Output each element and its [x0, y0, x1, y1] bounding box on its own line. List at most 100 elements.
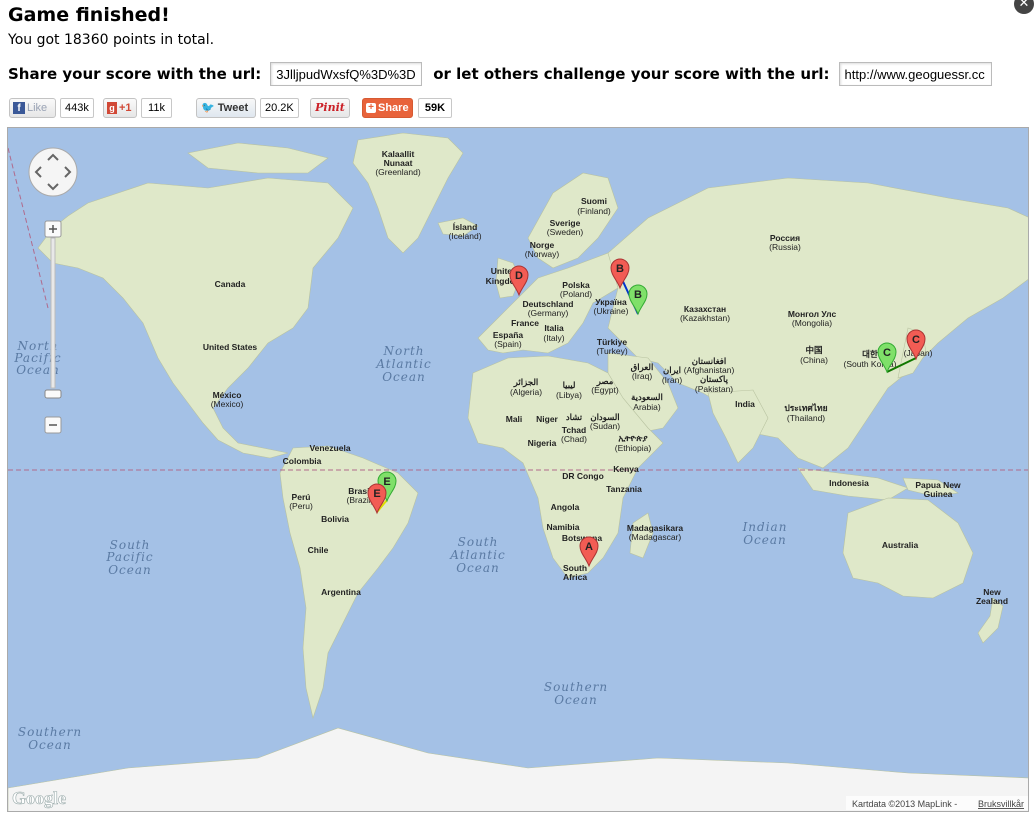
twitter-bird-icon: 🐦 — [201, 102, 215, 114]
tweet-count: 20.2K — [260, 98, 299, 118]
zoom-track[interactable] — [50, 237, 56, 389]
country-label: (Greenland) — [375, 167, 421, 177]
country-label: Angola — [551, 502, 580, 512]
tweet-label: Tweet — [217, 102, 249, 114]
marker-label: C — [883, 347, 891, 359]
country-label: United States — [203, 342, 258, 352]
terms-link[interactable]: Bruksvillkår — [978, 799, 1024, 809]
google-plusone-button[interactable]: g +1 — [103, 98, 137, 118]
addthis-share-label: Share — [378, 102, 409, 114]
country-label: (Italy) — [543, 333, 564, 343]
country-label: Guinea — [924, 489, 953, 499]
ocean-label: Ocean — [28, 738, 72, 752]
country-label: Canada — [215, 279, 246, 289]
country-label: (Thailand) — [787, 413, 825, 423]
country-label: (Mexico) — [211, 399, 244, 409]
marker-label: C — [912, 334, 920, 346]
country-label: (Chad) — [561, 434, 587, 444]
country-label: Suomi — [581, 196, 607, 206]
country-label: (China) — [800, 355, 828, 365]
marker-label: D — [515, 270, 523, 282]
marker-label: E — [373, 488, 380, 500]
tweet-button[interactable]: 🐦 Tweet — [196, 98, 256, 118]
country-label: India — [735, 399, 755, 409]
country-label: Colombia — [283, 456, 322, 466]
facebook-icon: f — [13, 102, 25, 114]
country-label: تشاد — [566, 412, 583, 422]
country-label: (Finland) — [577, 206, 611, 216]
land-north-america — [37, 177, 354, 459]
country-label: Argentina — [321, 587, 361, 597]
country-label: (Iran) — [662, 375, 682, 385]
country-label: (Poland) — [560, 289, 592, 299]
country-label: Zealand — [976, 596, 1008, 606]
google-plusone-count: 11k — [141, 98, 172, 118]
share-row: Share your score with the url: 3JlljpudW… — [8, 61, 992, 87]
challenge-url-input[interactable]: http://www.geoguessr.cc — [838, 62, 992, 86]
zoom-slider-handle[interactable] — [44, 389, 62, 399]
facebook-like-label: Like — [27, 102, 48, 114]
country-label: (Iraq) — [632, 371, 652, 381]
country-label: (Egypt) — [591, 385, 619, 395]
country-label: Namibia — [546, 522, 579, 532]
country-label: (Germany) — [528, 308, 569, 318]
marker-label: B — [616, 263, 624, 275]
facebook-like-count: 443k — [60, 98, 94, 118]
ocean-label: Ocean — [456, 561, 500, 575]
country-label: Nigeria — [528, 438, 557, 448]
country-label: (Mongolia) — [792, 318, 832, 328]
pinit-label: Pinit — [315, 101, 345, 114]
marker-label: B — [634, 289, 642, 301]
country-label: Kenya — [613, 464, 639, 474]
country-label: (Libya) — [556, 390, 582, 400]
country-label: 대한 — [862, 349, 878, 359]
ocean-label: Southern — [18, 725, 82, 739]
map-canvas[interactable]: North Pacific Ocean North Atlantic Ocean… — [8, 128, 1029, 812]
country-label: (Turkey) — [596, 346, 627, 356]
addthis-share-button[interactable]: + Share — [362, 98, 413, 118]
pan-control[interactable] — [28, 147, 78, 197]
challenge-label: or let others challenge your score with … — [433, 65, 830, 83]
close-icon[interactable]: ✕ — [1014, 0, 1034, 14]
country-label: (Ethiopia) — [615, 443, 652, 453]
share-url-input[interactable]: 3JlljpudWxsfQ%3D%3D — [270, 62, 423, 86]
ocean-label: South — [458, 535, 499, 549]
ocean-label: Ocean — [108, 563, 152, 577]
country-label: Mali — [506, 414, 523, 424]
country-label: Australia — [882, 540, 919, 550]
country-label: ประเทศไทย — [784, 403, 827, 413]
country-label: (Madagascar) — [629, 532, 682, 542]
country-label: Italia — [544, 323, 564, 333]
country-label: Bolivia — [321, 514, 349, 524]
country-label: (Iceland) — [448, 231, 481, 241]
country-label: (Ukraine) — [594, 306, 629, 316]
score-text: You got 18360 points in total. — [8, 32, 215, 48]
pinit-button[interactable]: Pinit — [310, 98, 350, 118]
ocean-label: Southern — [544, 680, 608, 694]
plus-icon: + — [366, 103, 376, 113]
ocean-label: Indian — [742, 520, 788, 534]
country-label: Arabia) — [633, 402, 661, 412]
landmasses — [8, 132, 1028, 811]
country-label: ኢትዮጵያ — [618, 433, 648, 443]
facebook-like-button[interactable]: f Like — [9, 98, 56, 118]
marker-label: E — [383, 476, 390, 488]
marker-label: A — [585, 541, 593, 553]
country-label: (Spain) — [494, 339, 522, 349]
country-label: (Sweden) — [547, 227, 584, 237]
country-label: (Norway) — [525, 249, 560, 259]
country-label: (Pakistan) — [695, 384, 733, 394]
page-title: Game finished! — [8, 4, 170, 26]
google-plus-icon: g — [107, 102, 117, 114]
land-arctic-islands — [187, 142, 329, 174]
ocean-label: Ocean — [382, 370, 426, 384]
country-label: 中国 — [805, 345, 822, 355]
world-map[interactable]: North Pacific Ocean North Atlantic Ocean… — [7, 127, 1029, 812]
country-label: Niger — [536, 414, 558, 424]
google-logo: Google — [12, 788, 66, 808]
google-plusone-label: +1 — [119, 102, 132, 114]
country-label: DR Congo — [562, 471, 604, 481]
addthis-share-count: 59K — [418, 98, 452, 118]
country-label: Chile — [308, 545, 329, 555]
attribution-text: Kartdata ©2013 MapLink - — [852, 799, 957, 809]
